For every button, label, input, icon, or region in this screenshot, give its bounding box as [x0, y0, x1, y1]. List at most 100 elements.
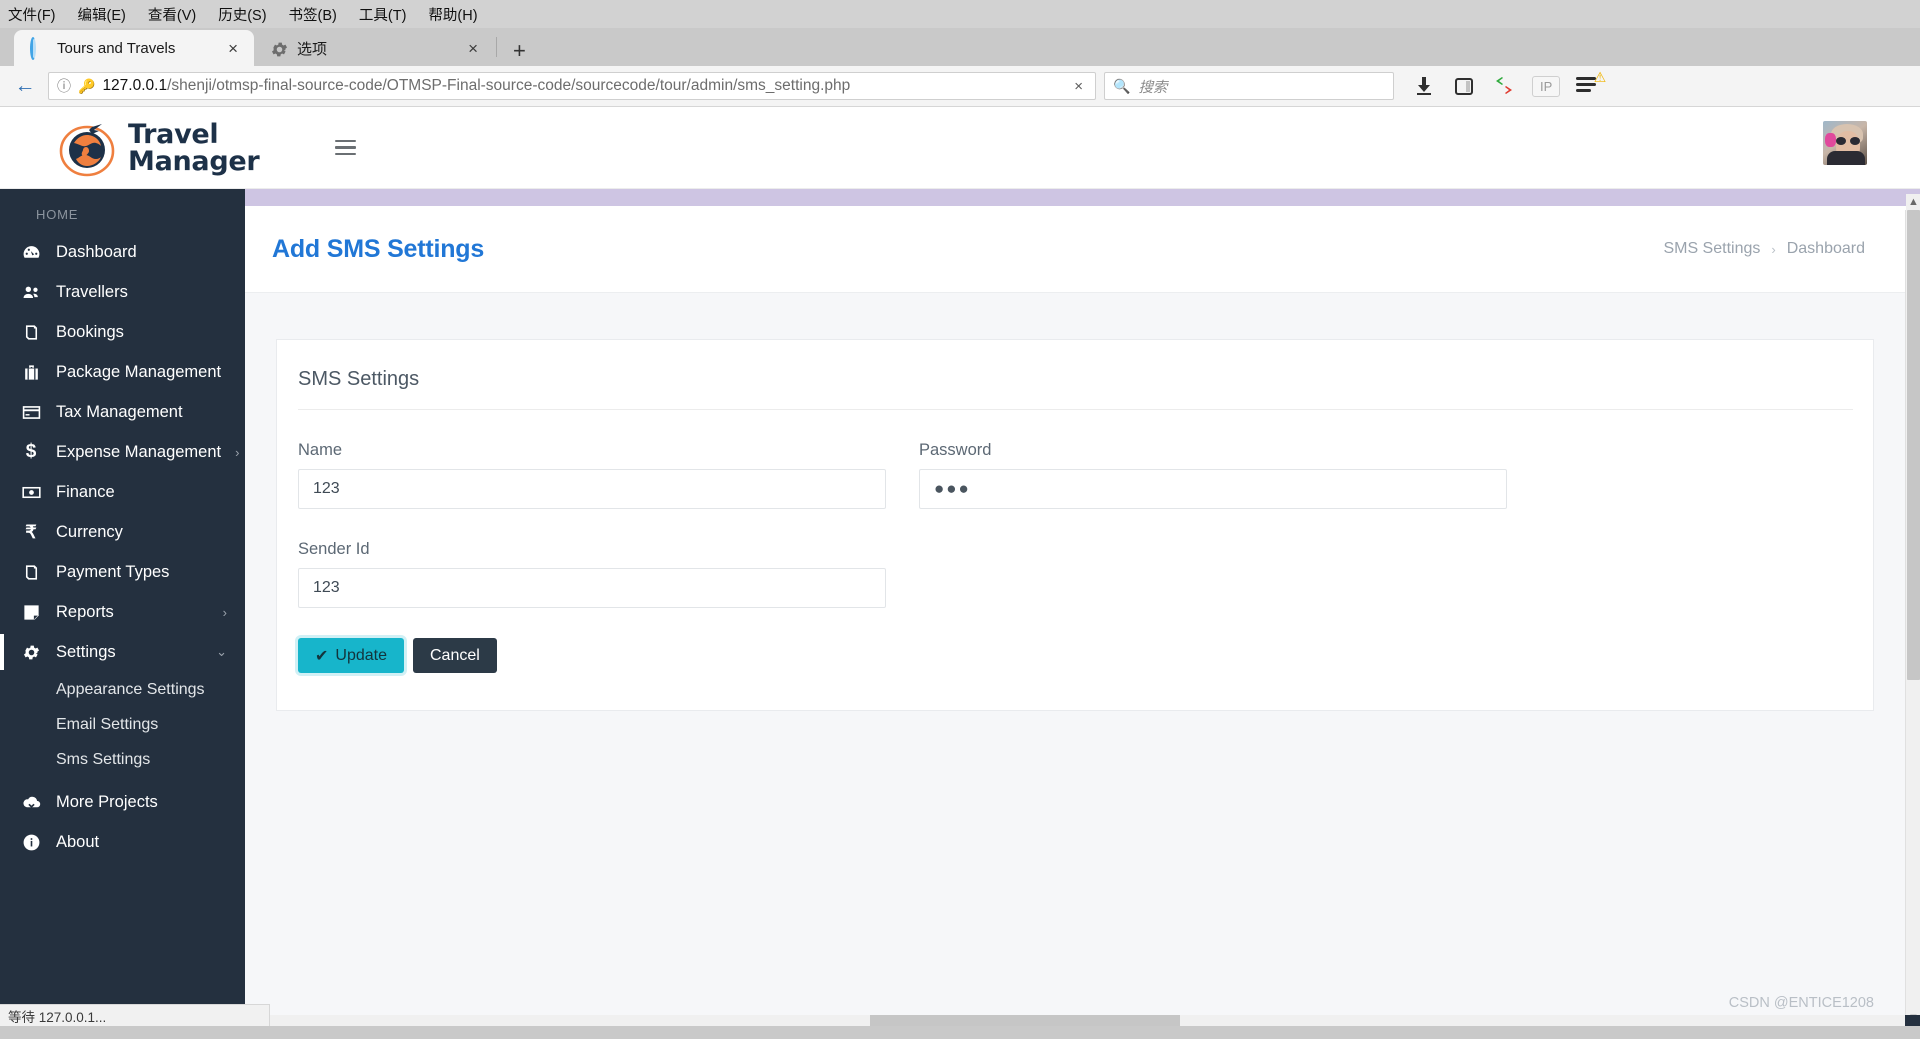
sidebar-item-label: Travellers: [56, 282, 128, 301]
sidebar-item-label: Dashboard: [56, 242, 137, 261]
url-host: 127.0.0.1: [102, 77, 168, 94]
sidebar-item-tax-management[interactable]: Tax Management: [0, 392, 245, 432]
book-icon: [20, 563, 42, 582]
browser-navbar: ← ⓘ 🔑 127.0.0.1/shenji/otmsp-final-sourc…: [0, 66, 1920, 107]
status-bar: 等待 127.0.0.1...: [0, 1004, 270, 1026]
rupee-sign-icon: ₹: [25, 521, 37, 542]
field-label: Name: [298, 441, 343, 459]
sidebar-subitem-email-settings[interactable]: Email Settings: [0, 707, 245, 742]
field-label: Sender Id: [298, 540, 370, 558]
sidebar-item-label: Tax Management: [56, 402, 183, 421]
logo-wordmark: Travel Manager: [128, 121, 260, 177]
breadcrumb-item-dashboard[interactable]: Dashboard: [1787, 240, 1865, 258]
field-label: Password: [919, 441, 992, 459]
sidebar-toggle-icon[interactable]: [335, 139, 356, 156]
info-circle-icon: ⓘ: [57, 78, 71, 94]
credit-card-icon: [20, 403, 42, 422]
update-button[interactable]: ✔ Update: [298, 638, 404, 673]
page-scrollbar[interactable]: ▲ ▼: [1905, 194, 1920, 1026]
password-input[interactable]: ●●●: [919, 469, 1507, 509]
cancel-button[interactable]: Cancel: [413, 638, 497, 673]
gear-icon: [20, 643, 42, 662]
menu-tools[interactable]: 工具(T): [359, 4, 407, 25]
sidebar-item-label: Reports: [56, 602, 114, 621]
watermark: CSDN @ENTICE1208: [1728, 995, 1874, 1011]
form-row-2: Sender Id 123: [298, 509, 1853, 608]
menu-bookmarks[interactable]: 书签(B): [289, 4, 337, 25]
browser-window: 文件(F) 编辑(E) 查看(V) 历史(S) 书签(B) 工具(T) 帮助(H…: [0, 0, 1920, 1039]
close-icon[interactable]: ×: [224, 40, 242, 57]
browser-menubar: 文件(F) 编辑(E) 查看(V) 历史(S) 书签(B) 工具(T) 帮助(H…: [0, 0, 1920, 28]
new-tab-button[interactable]: +: [499, 40, 540, 66]
sidebar-subitem-appearance-settings[interactable]: Appearance Settings: [0, 672, 245, 707]
card-title: SMS Settings: [298, 368, 1853, 410]
app-topbar: Travel Manager: [0, 107, 1920, 189]
app-logo[interactable]: Travel Manager: [0, 117, 300, 179]
browser-menu-button[interactable]: ⚠: [1576, 69, 1606, 98]
sidebar-subitem-sms-settings[interactable]: Sms Settings: [0, 742, 245, 777]
browser-tab-options[interactable]: 选项 ×: [254, 30, 494, 66]
address-bar[interactable]: ⓘ 🔑 127.0.0.1/shenji/otmsp-final-source-…: [48, 72, 1096, 100]
tab-divider: [496, 37, 497, 57]
name-input[interactable]: 123: [298, 469, 886, 509]
url-text: 127.0.0.1/shenji/otmsp-final-source-code…: [102, 77, 1063, 95]
sidebar-item-finance[interactable]: Finance: [0, 472, 245, 512]
sidebar-item-package-management[interactable]: Package Management: [0, 352, 245, 392]
sidebar-item-settings[interactable]: Settings ⌄: [0, 632, 245, 672]
back-arrow-icon[interactable]: ←: [10, 71, 40, 101]
sidebar-item-payment-types[interactable]: Payment Types: [0, 552, 245, 592]
book-icon: [20, 323, 42, 342]
clear-url-icon[interactable]: ×: [1070, 78, 1087, 95]
tab-title: Tours and Travels: [57, 39, 176, 57]
cloud-download-icon: [20, 793, 42, 812]
sidebar-item-more-projects[interactable]: More Projects: [0, 782, 245, 822]
proxy-switch-icon[interactable]: [1492, 74, 1516, 98]
logo-line-2: Manager: [128, 145, 260, 177]
sidebar-item-label: Bookings: [56, 322, 124, 341]
sidebar-item-travellers[interactable]: Travellers: [0, 272, 245, 312]
horizontal-scrollbar[interactable]: [270, 1015, 1905, 1026]
sidebar-item-reports[interactable]: Reports ›: [0, 592, 245, 632]
library-panel-icon[interactable]: [1452, 74, 1476, 98]
page-title: Add SMS Settings: [272, 234, 485, 263]
scrollbar-thumb[interactable]: [1907, 210, 1920, 680]
field-sender-id: Sender Id 123: [298, 540, 886, 608]
scroll-up-icon[interactable]: ▲: [1906, 194, 1920, 210]
tachometer-icon: [20, 243, 42, 262]
sidebar-item-about[interactable]: About: [0, 822, 245, 862]
ip-badge[interactable]: IP: [1532, 75, 1561, 97]
download-icon[interactable]: [1412, 74, 1436, 98]
menu-help[interactable]: 帮助(H): [428, 4, 477, 25]
search-placeholder: 搜索: [1138, 79, 1168, 96]
avatar[interactable]: [1823, 121, 1867, 165]
menu-view[interactable]: 查看(V): [148, 4, 196, 25]
sidebar-item-label: Settings: [56, 642, 116, 661]
form-actions: ✔ Update Cancel: [298, 608, 1853, 673]
sidebar-item-label: Expense Management: [56, 442, 222, 461]
sidebar-item-expense-management[interactable]: $ Expense Management ›: [0, 432, 245, 472]
sidebar-item-currency[interactable]: ₹ Currency: [0, 512, 245, 552]
menu-file[interactable]: 文件(F): [8, 4, 56, 25]
chevron-right-icon: ›: [235, 444, 240, 460]
warning-triangle-icon: ⚠: [1593, 69, 1607, 85]
sidebar-item-label: Finance: [56, 482, 115, 501]
close-icon[interactable]: ×: [464, 40, 482, 57]
browser-tab-active[interactable]: Tours and Travels ×: [14, 30, 254, 66]
breadcrumb-item-sms-settings[interactable]: SMS Settings: [1663, 240, 1760, 258]
menu-edit[interactable]: 编辑(E): [78, 4, 126, 25]
chevron-right-icon: ›: [1771, 241, 1776, 257]
url-path: /shenji/otmsp-final-source-code/OTMSP-Fi…: [167, 77, 851, 94]
browser-toolbar-icons: IP ⚠: [1402, 69, 1606, 98]
form-row-1: Name 123 Password ●●●: [298, 410, 1853, 509]
menu-history[interactable]: 历史(S): [218, 4, 266, 25]
chevron-right-icon: ›: [222, 604, 227, 620]
check-icon: ✔: [315, 647, 329, 665]
accent-strip: [245, 189, 1920, 206]
sender-id-input[interactable]: 123: [298, 568, 886, 608]
browser-search-box[interactable]: 🔍 搜索: [1104, 72, 1394, 100]
sidebar-item-label: More Projects: [56, 792, 158, 811]
sidebar-section-label: HOME: [36, 207, 79, 222]
sidebar-item-bookings[interactable]: Bookings: [0, 312, 245, 352]
hscrollbar-thumb[interactable]: [870, 1015, 1180, 1026]
sidebar-item-dashboard[interactable]: Dashboard: [0, 232, 245, 272]
